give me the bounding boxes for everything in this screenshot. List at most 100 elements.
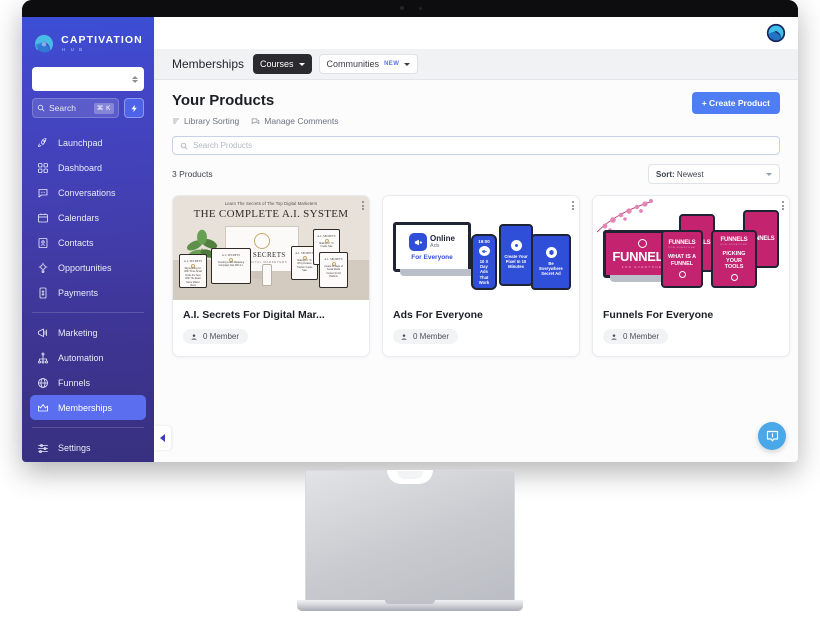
crown-icon bbox=[36, 401, 50, 415]
product-card[interactable]: FUNNELS FOR EVERYONE FUNNELS FUNNELS FOR… bbox=[592, 195, 790, 357]
sidebar-item-dashboard[interactable]: Dashboard bbox=[30, 155, 146, 180]
sidebar-item-label: Conversations bbox=[58, 187, 116, 198]
calendar-icon bbox=[36, 211, 50, 225]
product-card-body: Funnels For Everyone 0 Member bbox=[593, 300, 789, 356]
laptop-line-2: Ads bbox=[430, 242, 440, 249]
brand-name: CAPTIVATION bbox=[61, 34, 143, 47]
sidebar-item-calendars[interactable]: Calendars bbox=[30, 205, 146, 230]
new-badge: NEW bbox=[384, 61, 400, 67]
laptop-lip bbox=[385, 600, 435, 604]
sort-dropdown[interactable]: Sort: Newest bbox=[648, 164, 780, 184]
product-card-grid: Learn The Secrets of The Top Digital Mar… bbox=[172, 195, 790, 357]
app-screen: CAPTIVATION H U B Search ⌘ K Launchpad D… bbox=[22, 17, 798, 462]
sidebar-item-label: Launchpad bbox=[58, 137, 103, 148]
sidebar-item-launchpad[interactable]: Launchpad bbox=[30, 130, 146, 155]
phone-mockup: 19:00 10 X Day Ads That Work bbox=[471, 234, 497, 290]
device-word-sub: FOR EVERYONE bbox=[720, 244, 748, 247]
laptop-bezel bbox=[22, 0, 798, 17]
more-vertical-icon[interactable] bbox=[572, 201, 574, 210]
sidebar-search-input[interactable]: Search ⌘ K bbox=[32, 98, 119, 118]
sidebar-item-label: Automation bbox=[58, 352, 104, 363]
sidebar-item-label: Dashboard bbox=[58, 162, 103, 173]
tablet-title: A.I. SECRETS bbox=[317, 235, 336, 238]
laptop-line-1: Online bbox=[430, 233, 455, 243]
search-products-input[interactable]: Search Products bbox=[172, 136, 780, 155]
device-message: PICKING YOUR TOOLS bbox=[722, 251, 746, 270]
app-glyph-icon bbox=[510, 240, 522, 252]
sidebar-search-label: Search bbox=[49, 103, 76, 113]
sidebar-item-automation[interactable]: Automation bbox=[30, 345, 146, 370]
product-card[interactable]: Learn The Secrets of The Top Digital Mar… bbox=[172, 195, 370, 357]
tablet-title: A.I. SECRETS bbox=[183, 260, 203, 263]
top-bar bbox=[154, 17, 798, 49]
create-product-button[interactable]: + Create Product bbox=[691, 92, 780, 114]
sidebar-item-label: Calendars bbox=[58, 212, 100, 223]
funnel-glyph-icon bbox=[637, 239, 647, 248]
tablet-body: Creating Leads Marketing Campaign Fast W… bbox=[217, 262, 245, 268]
product-card[interactable]: Online Ads For Everyone 19:00 10 X Day A… bbox=[382, 195, 580, 357]
sidebar-item-memberships[interactable]: Memberships bbox=[30, 395, 146, 420]
member-count-badge: 0 Member bbox=[183, 329, 249, 344]
tab-label: Courses bbox=[260, 59, 294, 69]
device-message: WHAT IS A FUNNEL bbox=[667, 254, 697, 267]
sidebar-item-settings[interactable]: Settings bbox=[30, 435, 146, 460]
product-card-body: A.I. Secrets For Digital Mar... 0 Member bbox=[173, 300, 369, 356]
organization-select[interactable] bbox=[32, 67, 144, 91]
person-icon bbox=[191, 333, 197, 340]
quick-action-button[interactable] bbox=[124, 98, 144, 118]
sidebar-item-label: Marketing bbox=[58, 327, 98, 338]
grid-icon bbox=[36, 161, 50, 175]
sidebar-item-label: Payments bbox=[58, 287, 99, 298]
sidebar-item-funnels[interactable]: Funnels bbox=[30, 370, 146, 395]
tablet-body: Skyrocketing A.I. With Three Small Click… bbox=[184, 268, 202, 288]
workflow-icon bbox=[36, 351, 50, 365]
member-count-badge: 0 Member bbox=[603, 329, 669, 344]
sidebar-item-marketing[interactable]: Marketing bbox=[30, 320, 146, 345]
person-icon bbox=[611, 333, 617, 340]
search-icon bbox=[180, 142, 188, 149]
page-title: Your Products bbox=[172, 92, 275, 109]
sidebar-collapse-button[interactable] bbox=[154, 426, 171, 450]
sidebar-item-opportunities[interactable]: Opportunities bbox=[30, 255, 146, 280]
chevron-left-icon bbox=[160, 434, 165, 442]
target-bulb-icon bbox=[36, 261, 50, 275]
device-caption: 10 X Day Ads That Work bbox=[478, 258, 490, 285]
library-sorting-action[interactable]: Library Sorting bbox=[172, 116, 239, 126]
sort-prefix: Sort: bbox=[656, 169, 675, 179]
product-thumbnail: FUNNELS FOR EVERYONE FUNNELS FUNNELS FOR… bbox=[593, 196, 789, 300]
branch-decoration-icon bbox=[596, 199, 654, 233]
more-vertical-icon[interactable] bbox=[362, 201, 364, 210]
product-card-body: Ads For Everyone 0 Member bbox=[383, 300, 579, 356]
search-products-placeholder: Search Products bbox=[193, 141, 253, 150]
tab-communities[interactable]: Communities NEW bbox=[318, 54, 419, 74]
sidebar-item-label: Settings bbox=[58, 442, 91, 453]
phone-mockup bbox=[262, 264, 272, 286]
captivation-circle-logo-icon[interactable] bbox=[766, 23, 786, 43]
megaphone-badge-icon bbox=[409, 233, 428, 251]
product-title: A.I. Secrets For Digital Mar... bbox=[183, 309, 325, 321]
tablet-title: A.I. SECRETS bbox=[324, 258, 343, 261]
product-title: Ads For Everyone bbox=[393, 309, 483, 321]
sidebar-search-row: Search ⌘ K bbox=[32, 98, 144, 118]
laptop-mockup-stage: CAPTIVATION H U B Search ⌘ K Launchpad D… bbox=[0, 0, 820, 630]
chevron-down-icon bbox=[404, 62, 411, 66]
tab-bar-title: Memberships bbox=[172, 57, 245, 71]
megaphone-icon bbox=[36, 326, 50, 340]
chat-bubble-icon bbox=[36, 186, 50, 200]
tablet-mockup: A.I. SECRETS Creating Leads Marketing Ca… bbox=[211, 248, 251, 284]
brand-logo[interactable]: CAPTIVATION H U B bbox=[22, 27, 154, 65]
member-count-label: 0 Member bbox=[203, 332, 240, 341]
manage-comments-action[interactable]: Manage Comments bbox=[251, 116, 338, 126]
more-vertical-icon[interactable] bbox=[782, 201, 784, 210]
member-count-label: 0 Member bbox=[623, 332, 660, 341]
tablet-mockup: FUNNELS FOR EVERYONE WHAT IS A FUNNEL bbox=[661, 230, 703, 288]
sub-action-label: Manage Comments bbox=[264, 116, 339, 126]
search-icon bbox=[37, 104, 45, 112]
laptop-back-panel bbox=[305, 470, 515, 602]
chat-widget-button[interactable] bbox=[758, 422, 786, 450]
sidebar: CAPTIVATION H U B Search ⌘ K Launchpad D… bbox=[22, 17, 154, 462]
sidebar-item-payments[interactable]: Payments bbox=[30, 280, 146, 305]
sidebar-item-conversations[interactable]: Conversations bbox=[30, 180, 146, 205]
tab-courses[interactable]: Courses bbox=[253, 54, 312, 74]
sidebar-item-contacts[interactable]: Contacts bbox=[30, 230, 146, 255]
